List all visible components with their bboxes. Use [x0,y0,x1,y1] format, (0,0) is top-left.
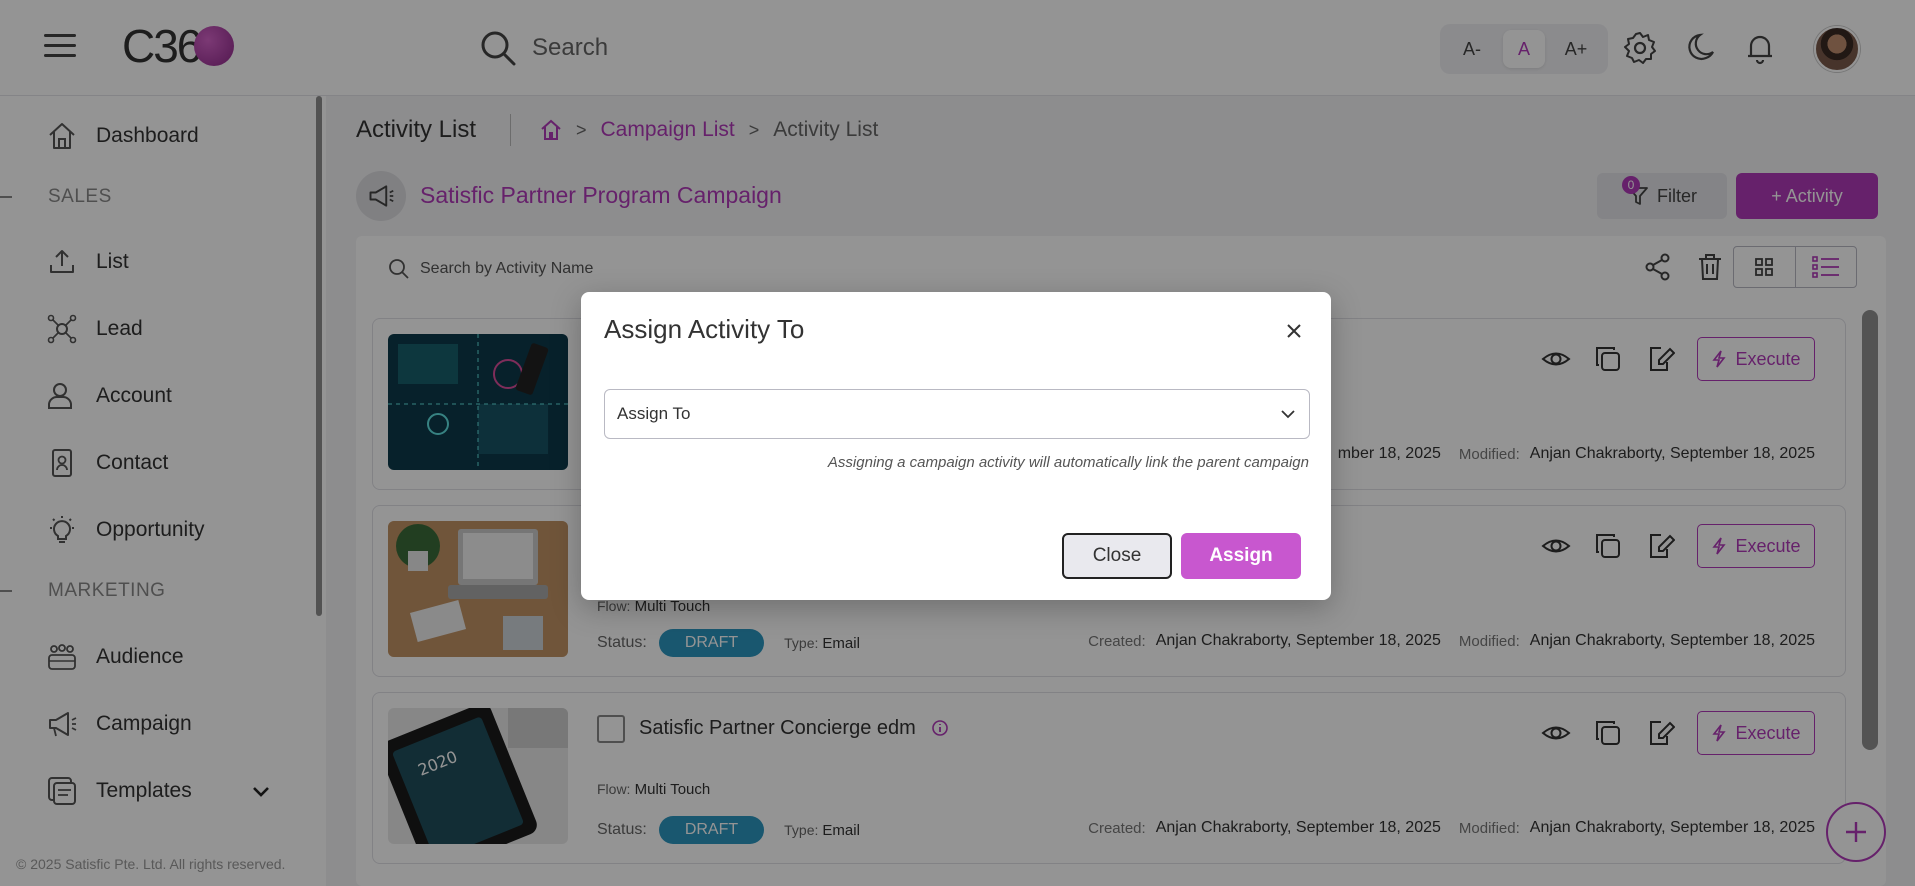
assign-hint-text: Assigning a campaign activity will autom… [827,454,1309,471]
modal-title: Assign Activity To [604,314,805,344]
assign-to-value: Assign To [617,404,691,423]
assign-button[interactable]: Assign [1181,533,1301,579]
close-icon[interactable] [1283,320,1305,342]
assign-to-select[interactable]: Assign To [604,389,1310,439]
chevron-down-icon [1281,410,1295,419]
close-button[interactable]: Close [1062,533,1172,579]
assign-activity-modal: Assign Activity To Assign To Assigning a… [581,292,1331,600]
